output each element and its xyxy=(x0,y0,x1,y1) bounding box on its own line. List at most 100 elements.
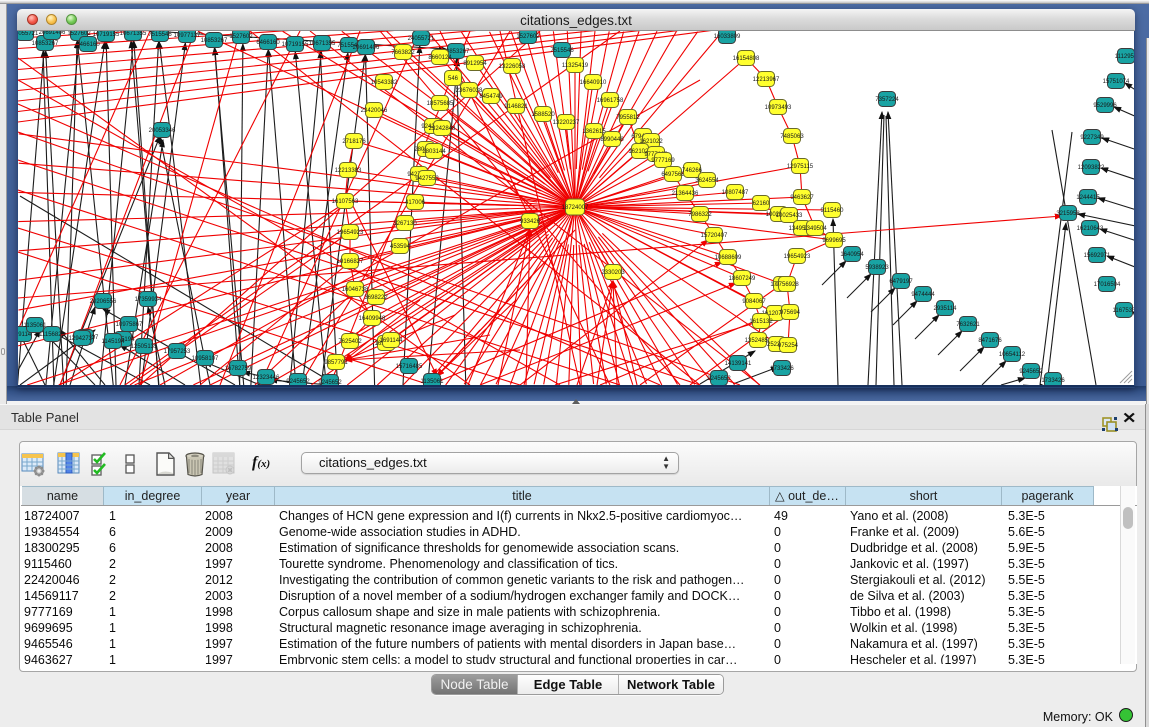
svg-text:12213967: 12213967 xyxy=(753,77,780,83)
svg-text:9245652: 9245652 xyxy=(1019,369,1043,375)
svg-text:10973493: 10973493 xyxy=(765,105,792,111)
svg-text:16107563: 16107563 xyxy=(332,199,359,205)
svg-text:18575685: 18575685 xyxy=(427,101,454,107)
svg-text:17359934: 17359934 xyxy=(135,297,162,303)
svg-text:1167533: 1167533 xyxy=(1113,308,1134,314)
svg-text:9227349: 9227349 xyxy=(1080,135,1104,141)
svg-text:24055721: 24055721 xyxy=(18,31,39,37)
svg-text:9756928: 9756928 xyxy=(775,282,799,288)
svg-text:1691144: 1691144 xyxy=(380,338,404,344)
svg-text:8454749: 8454749 xyxy=(479,94,503,100)
svg-text:10654112: 10654112 xyxy=(999,352,1026,358)
svg-text:20206556: 20206556 xyxy=(90,299,117,305)
svg-text:975254: 975254 xyxy=(778,343,799,349)
svg-text:10025433: 10025433 xyxy=(776,213,803,219)
svg-text:1135061: 1135061 xyxy=(421,379,445,385)
svg-text:12323446: 12323446 xyxy=(253,375,280,381)
svg-text:453594: 453594 xyxy=(390,244,411,250)
svg-text:10719155: 10719155 xyxy=(93,32,120,38)
svg-text:10853267: 10853267 xyxy=(32,41,59,47)
svg-text:9777169: 9777169 xyxy=(651,158,675,164)
svg-text:14139141: 14139141 xyxy=(725,361,752,367)
svg-text:15692971: 15692971 xyxy=(1084,253,1111,259)
svg-text:10975867: 10975867 xyxy=(116,322,143,328)
svg-text:8990448: 8990448 xyxy=(600,137,624,143)
svg-text:1640954: 1640954 xyxy=(840,252,864,258)
svg-text:10853267: 10853267 xyxy=(201,38,228,44)
svg-text:2935114: 2935114 xyxy=(934,306,958,312)
svg-text:15751074: 15751074 xyxy=(1103,79,1130,85)
svg-text:16782759: 16782759 xyxy=(225,366,252,372)
svg-text:15716485: 15716485 xyxy=(396,364,423,370)
svg-text:8660124: 8660124 xyxy=(428,55,452,61)
svg-text:2330203: 2330203 xyxy=(601,270,625,276)
svg-text:11156829: 11156829 xyxy=(39,332,65,338)
svg-text:9857791: 9857791 xyxy=(324,360,348,366)
svg-text:12093822: 12093822 xyxy=(1078,165,1105,171)
svg-text:2803144: 2803144 xyxy=(422,149,446,155)
svg-text:19654923: 19654923 xyxy=(784,254,811,260)
svg-text:21364436: 21364436 xyxy=(672,191,699,197)
svg-text:9474444: 9474444 xyxy=(911,292,935,298)
svg-text:6479197: 6479197 xyxy=(889,279,913,285)
svg-text:1588520: 1588520 xyxy=(531,112,555,118)
svg-text:9146821: 9146821 xyxy=(504,104,528,110)
svg-text:2718176: 2718176 xyxy=(342,139,366,145)
svg-text:20691406: 20691406 xyxy=(39,31,66,36)
svg-text:1349504: 1349504 xyxy=(803,226,827,232)
svg-text:8471676: 8471676 xyxy=(978,338,1002,344)
svg-text:5938923: 5938923 xyxy=(865,265,889,271)
svg-text:1145194: 1145194 xyxy=(102,339,126,345)
svg-text:24055721: 24055721 xyxy=(408,36,435,42)
svg-text:16409948: 16409948 xyxy=(359,316,386,322)
svg-text:8912954: 8912954 xyxy=(463,61,487,67)
svg-text:3267130: 3267130 xyxy=(393,221,417,227)
svg-text:12942737: 12942737 xyxy=(69,336,96,342)
svg-text:9245652: 9245652 xyxy=(318,380,342,385)
svg-text:417006: 417006 xyxy=(405,200,426,206)
svg-text:1733426: 1733426 xyxy=(770,366,794,372)
svg-text:17016504: 17016504 xyxy=(1094,282,1121,288)
svg-text:1362615: 1362615 xyxy=(582,129,606,135)
svg-text:7625402: 7625402 xyxy=(338,339,362,345)
svg-text:7986322: 7986322 xyxy=(688,212,712,218)
svg-text:7485063: 7485063 xyxy=(780,134,804,140)
svg-text:10977137: 10977137 xyxy=(174,33,201,39)
svg-text:10543382: 10543382 xyxy=(371,80,398,86)
svg-text:1244415: 1244415 xyxy=(1076,195,1100,201)
svg-text:1135061: 1135061 xyxy=(24,323,48,329)
svg-text:13226058: 13226058 xyxy=(499,64,526,70)
svg-text:10958107: 10958107 xyxy=(192,356,219,362)
svg-text:933426: 933426 xyxy=(520,219,541,225)
svg-text:23420046: 23420046 xyxy=(361,108,388,114)
svg-text:16640910: 16640910 xyxy=(580,80,607,86)
svg-text:20053346: 20053346 xyxy=(149,128,176,134)
svg-text:1615132: 1615132 xyxy=(749,319,773,325)
svg-text:3624554: 3624554 xyxy=(695,178,719,184)
svg-text:10719155: 10719155 xyxy=(282,42,309,48)
svg-text:12213383: 12213383 xyxy=(335,168,362,174)
svg-text:7632621: 7632621 xyxy=(956,322,980,328)
svg-text:10807487: 10807487 xyxy=(722,190,749,196)
svg-text:16210643: 16210643 xyxy=(1077,226,1104,232)
svg-text:1527602: 1527602 xyxy=(229,34,253,40)
svg-text:62160: 62160 xyxy=(753,201,770,207)
svg-text:6466160: 6466160 xyxy=(256,40,280,46)
svg-text:9463627: 9463627 xyxy=(790,195,814,201)
svg-text:17957253: 17957253 xyxy=(164,349,191,355)
svg-text:11325419: 11325419 xyxy=(562,63,589,69)
svg-text:20691406: 20691406 xyxy=(353,45,380,51)
svg-text:18724007: 18724007 xyxy=(562,205,589,211)
svg-text:6466160: 6466160 xyxy=(76,42,100,48)
svg-text:9084067: 9084067 xyxy=(742,299,766,305)
svg-text:15720407: 15720407 xyxy=(701,233,728,239)
svg-text:7663822: 7663822 xyxy=(391,50,415,56)
svg-text:1527602: 1527602 xyxy=(516,34,540,40)
svg-text:18607249: 18607249 xyxy=(729,276,756,282)
svg-text:3698222: 3698222 xyxy=(364,295,388,301)
svg-text:16046738: 16046738 xyxy=(342,287,369,293)
svg-text:16033809: 16033809 xyxy=(714,34,741,40)
svg-text:9115460: 9115460 xyxy=(821,208,845,214)
svg-text:12505135: 12505135 xyxy=(131,344,158,350)
svg-text:16961758: 16961758 xyxy=(597,98,624,104)
